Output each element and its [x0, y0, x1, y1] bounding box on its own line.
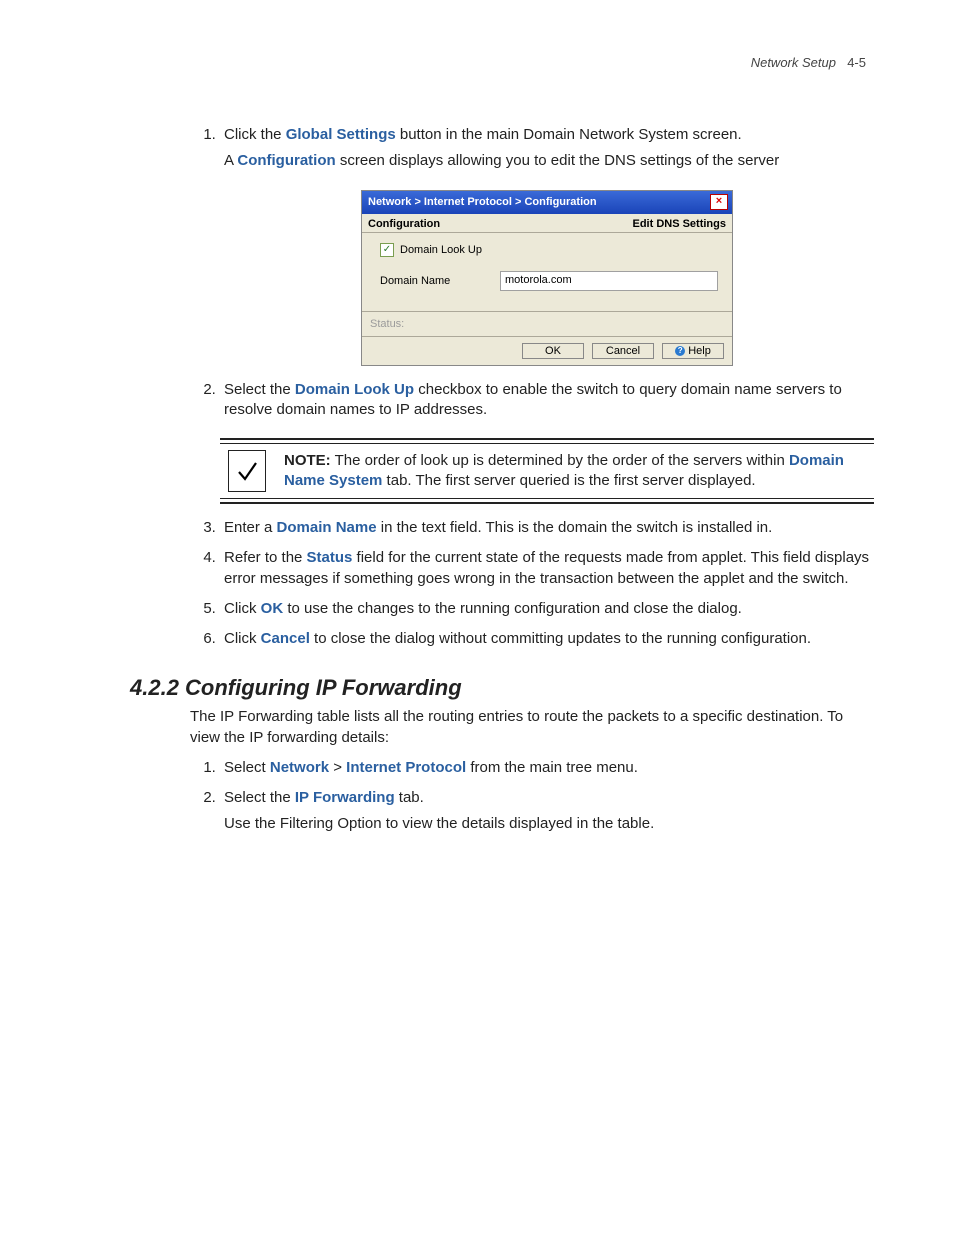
domain-lookup-label: Domain Look Up [400, 244, 520, 256]
header-title: Network Setup [751, 55, 836, 70]
dialog-subheader: Configuration Edit DNS Settings [362, 214, 732, 233]
header-page: 4-5 [840, 55, 866, 70]
step-1: Click the Global Settings button in the … [220, 125, 874, 172]
domain-lookup-row: ✓ Domain Look Up [380, 243, 718, 257]
ip-forwarding-term: IP Forwarding [295, 789, 395, 806]
dialog-buttons: OK Cancel ?Help [362, 336, 732, 365]
sec-step-1: Select Network > Internet Protocol from … [220, 758, 874, 778]
network-term: Network [270, 759, 329, 776]
internet-protocol-term: Internet Protocol [346, 759, 466, 776]
domain-name-label: Domain Name [380, 275, 500, 287]
dialog-status: Status: [362, 311, 732, 336]
help-button[interactable]: ?Help [662, 343, 724, 359]
cancel-button[interactable]: Cancel [592, 343, 654, 359]
dialog-sub-left: Configuration [368, 218, 440, 230]
status-term: Status [307, 549, 353, 566]
sec-step-2-indent: Use the Filtering Option to view the det… [224, 814, 874, 834]
configuration-term: Configuration [237, 152, 335, 169]
steps-list-1b: Select the Domain Look Up checkbox to en… [110, 380, 874, 421]
note-text: NOTE: The order of look up is determined… [284, 451, 870, 492]
step-6: Click Cancel to close the dialog without… [220, 629, 874, 649]
section-intro: The IP Forwarding table lists all the ro… [110, 707, 874, 748]
domain-name-row: Domain Name motorola.com [380, 271, 718, 291]
steps-list-2: Select Network > Internet Protocol from … [110, 758, 874, 835]
domain-name-input[interactable]: motorola.com [500, 271, 718, 291]
step-4: Refer to the Status field for the curren… [220, 548, 874, 589]
step-1-indent: A Configuration screen displays allowing… [224, 151, 874, 171]
configuration-dialog: Network > Internet Protocol > Configurat… [361, 190, 733, 366]
sec-step-2: Select the IP Forwarding tab. Use the Fi… [220, 788, 874, 835]
global-settings-term: Global Settings [286, 126, 396, 143]
dialog-titlebar: Network > Internet Protocol > Configurat… [362, 191, 732, 214]
note-label: NOTE: [284, 452, 331, 469]
dialog-sub-right: Edit DNS Settings [632, 218, 726, 230]
steps-list-1: Click the Global Settings button in the … [110, 125, 874, 172]
domain-lookup-term: Domain Look Up [295, 381, 414, 398]
dialog-breadcrumb: Network > Internet Protocol > Configurat… [368, 196, 597, 208]
ok-term: OK [261, 600, 284, 617]
help-icon: ? [675, 346, 685, 356]
close-icon[interactable]: × [710, 194, 728, 210]
section-heading: 4.2.2 Configuring IP Forwarding [110, 675, 874, 701]
checkmark-icon [228, 450, 266, 492]
domain-name-term: Domain Name [277, 519, 377, 536]
cancel-term: Cancel [261, 630, 310, 647]
domain-lookup-checkbox[interactable]: ✓ [380, 243, 394, 257]
page-header: Network Setup 4-5 [110, 55, 874, 70]
step-3: Enter a Domain Name in the text field. T… [220, 518, 874, 538]
steps-list-1c: Enter a Domain Name in the text field. T… [110, 518, 874, 649]
note-box: NOTE: The order of look up is determined… [220, 438, 874, 504]
step-5: Click OK to use the changes to the runni… [220, 599, 874, 619]
step-2: Select the Domain Look Up checkbox to en… [220, 380, 874, 421]
ok-button[interactable]: OK [522, 343, 584, 359]
